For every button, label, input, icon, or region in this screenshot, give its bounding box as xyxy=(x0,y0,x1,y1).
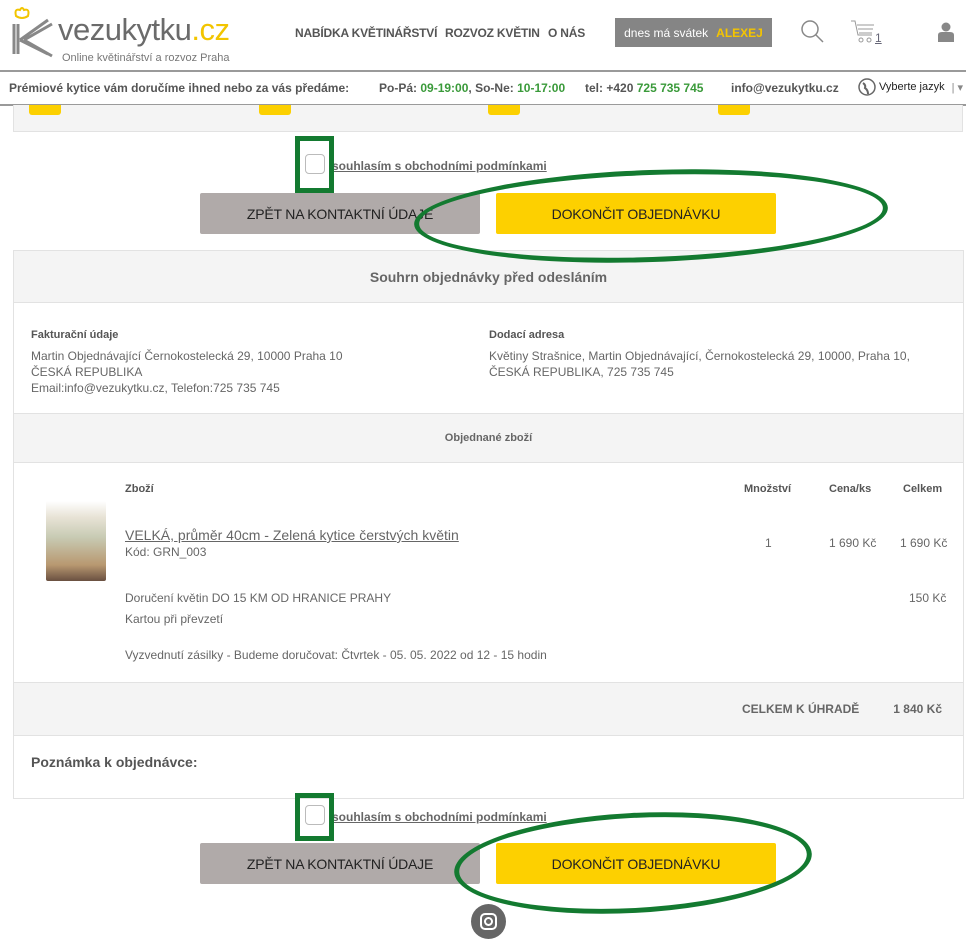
back-to-contact-button-bottom[interactable]: ZPĚT NA KONTAKTNÍ ÚDAJE xyxy=(200,843,480,884)
col-unit-price: Cena/ks xyxy=(829,483,872,495)
globe-icon xyxy=(858,78,876,96)
billing-line: ČESKÁ REPUBLIKA xyxy=(31,365,143,379)
summary-title: Souhrn objednávky před odesláním xyxy=(14,251,963,303)
logo-text[interactable]: vezukytku.cz xyxy=(58,12,230,48)
step-marker xyxy=(488,105,520,115)
annotation-box xyxy=(295,136,334,193)
nav-delivery[interactable]: ROZVOZ KVĚTIN xyxy=(445,26,540,40)
step-marker xyxy=(29,105,61,115)
cart-count[interactable]: 1 xyxy=(875,31,882,45)
search-icon[interactable] xyxy=(800,19,826,48)
product-code: Kód: GRN_003 xyxy=(125,545,207,559)
name-day-name: ALEXEJ xyxy=(716,25,763,40)
items-title: Objednané zboží xyxy=(14,413,963,463)
opening-hours: Po-Pá: 09-19:00, So-Ne: 10-17:00 xyxy=(379,81,565,95)
product-qty: 1 xyxy=(765,536,772,550)
cart-icon[interactable] xyxy=(850,18,876,47)
phone-number: 725 735 745 xyxy=(636,81,704,95)
delivery-line: Květiny Strašnice, Martin Objednávající,… xyxy=(489,349,910,363)
nav-offer[interactable]: NABÍDKA KVĚTINÁŘSTVÍ xyxy=(295,26,437,40)
delivery-fee-price: 150 Kč xyxy=(909,591,947,605)
grand-total-label: CELKEM K ÚHRADĚ xyxy=(741,702,860,716)
logo[interactable] xyxy=(8,6,58,58)
logo-tld: .cz xyxy=(191,12,230,47)
billing-label: Fakturační údaje xyxy=(31,329,119,341)
email-link[interactable]: info@vezukytku.cz xyxy=(731,81,839,95)
billing-line: Martin Objednávající Černokostelecká 29,… xyxy=(31,349,343,363)
hours-wd: 09-19:00 xyxy=(420,81,469,95)
col-qty: Množství xyxy=(744,483,792,495)
order-summary: Souhrn objednávky před odesláním Faktura… xyxy=(13,250,964,799)
logo-main: vezukytku xyxy=(58,12,192,47)
annotation-box xyxy=(295,793,334,841)
product-image[interactable] xyxy=(46,501,106,581)
billing-address: Martin Objednávající Černokostelecká 29,… xyxy=(31,348,343,396)
divider xyxy=(0,70,966,72)
delivery-address: Květiny Strašnice, Martin Objednávající,… xyxy=(489,348,910,380)
note-label: Poznámka k objednávce: xyxy=(31,754,198,770)
delivery-line: ČESKÁ REPUBLIKA, 725 735 745 xyxy=(489,365,674,379)
hours-we-label: , So-Ne: xyxy=(468,81,514,95)
step-marker xyxy=(259,105,291,115)
pickup-info: Vyzvednutí zásilky - Budeme doručovat: Č… xyxy=(125,648,547,662)
grand-total-row: CELKEM K ÚHRADĚ 1 840 Kč xyxy=(14,682,963,736)
hours-we: 10-17:00 xyxy=(517,81,566,95)
hours-wd-label: Po-Pá: xyxy=(379,81,418,95)
grand-total-value: 1 840 Kč xyxy=(893,702,942,716)
instagram-icon[interactable] xyxy=(471,904,506,939)
delivery-fee-label: Doručení květin DO 15 KM OD HRANICE PRAH… xyxy=(125,591,392,605)
user-icon[interactable] xyxy=(937,22,955,45)
delivery-label: Dodací adresa xyxy=(489,329,565,341)
product-total: 1 690 Kč xyxy=(900,536,948,550)
chevron-down-icon: | ▾ xyxy=(951,81,964,94)
step-marker xyxy=(718,105,750,115)
nav-about[interactable]: O NÁS xyxy=(548,26,585,40)
logo-icon xyxy=(12,7,53,58)
payment-method: Kartou při převzetí xyxy=(125,612,224,626)
billing-line: Email:info@vezukytku.cz, Telefon:725 735… xyxy=(31,381,280,395)
phone-label: tel: +420 xyxy=(585,81,634,95)
language-label: Vyberte jazyk xyxy=(879,81,945,93)
terms-link[interactable]: souhlasím s obchodními podmínkami xyxy=(332,159,547,173)
language-selector[interactable]: Vyberte jazyk | ▾ xyxy=(858,78,963,96)
phone[interactable]: tel: +420 725 735 745 xyxy=(585,81,703,95)
product-link[interactable]: VELKÁ, průměr 40cm - Zelená kytice čerst… xyxy=(125,527,459,543)
terms-link-bottom[interactable]: souhlasím s obchodními podmínkami xyxy=(332,810,547,824)
product-unit-price: 1 690 Kč xyxy=(829,536,877,550)
tagline: Prémiové kytice vám doručíme ihned nebo … xyxy=(9,81,350,95)
logo-subtitle: Online květinářství a rozvoz Praha xyxy=(62,52,230,64)
name-day-badge: dnes má svátek ALEXEJ xyxy=(615,18,772,47)
name-day-label: dnes má svátek xyxy=(624,25,709,40)
col-product: Zboží xyxy=(125,483,154,495)
col-total: Celkem xyxy=(903,483,943,495)
